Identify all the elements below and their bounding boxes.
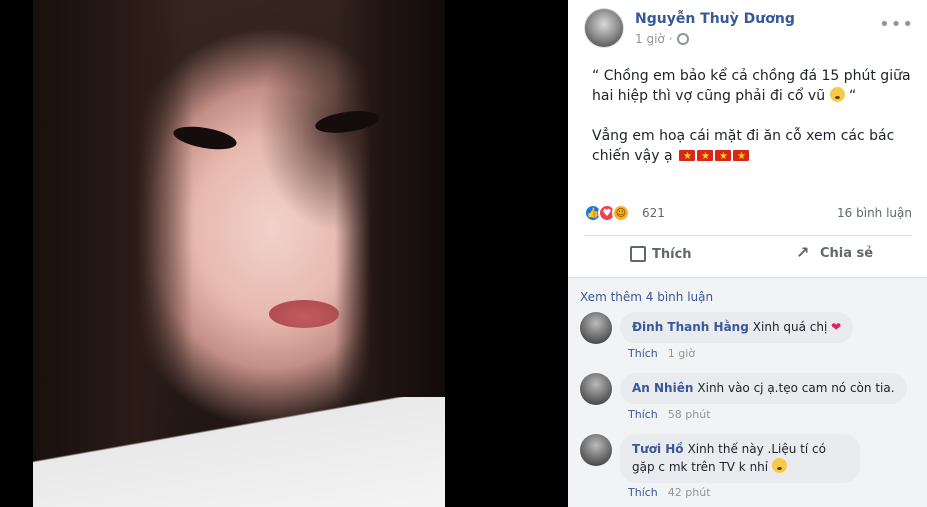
comment-time[interactable]: 42 phút: [668, 486, 711, 499]
comment-count[interactable]: 16 bình luận: [837, 206, 912, 220]
avatar[interactable]: [580, 312, 612, 344]
share-button[interactable]: Chia sẻ: [796, 243, 873, 262]
comments-section: Xem thêm 4 bình luận Đinh Thanh Hằng Xinh…: [568, 277, 927, 507]
comment-meta: Thích 58 phút: [628, 408, 711, 421]
commenter-name[interactable]: Tươi Hồ: [632, 442, 684, 456]
commenter-name[interactable]: An Nhiên: [632, 381, 693, 395]
post-paragraph-2: Vẳng em hoạ cái mặt đi ăn cỗ xem các bác…: [592, 126, 912, 167]
post-side-panel: Nguyễn Thuỳ Dương 1 giờ · ••• “ Chồng em…: [568, 0, 927, 507]
globe-icon[interactable]: [676, 33, 689, 45]
avatar[interactable]: [580, 434, 612, 466]
vietnam-flag-icon: [679, 147, 696, 167]
comment-like-button[interactable]: Thích: [628, 486, 658, 499]
vietnam-flag-icon: [697, 147, 714, 167]
comment-bubble: Tươi Hồ Xinh thế này .Liệu tí có gặp c mk…: [620, 434, 860, 483]
comment-meta: Thích 1 giờ: [628, 347, 695, 360]
comment-bubble: An Nhiên Xinh vào cj ạ.tẹo cam nó còn tia…: [620, 373, 907, 404]
reactions-bar: 👍 ♥ ☺ 621 16 bình luận: [584, 204, 912, 224]
author-name[interactable]: Nguyễn Thuỳ Dương: [635, 11, 795, 27]
photo-viewer: [0, 0, 568, 507]
comment-meta: Thích 42 phút: [628, 486, 711, 499]
worried-face-emoji: [829, 87, 845, 102]
comment-time[interactable]: 1 giờ: [668, 347, 695, 360]
post-time[interactable]: 1 giờ: [635, 32, 665, 46]
reaction-icons[interactable]: 👍 ♥ ☺: [584, 204, 630, 222]
commenter-name[interactable]: Đinh Thanh Hằng: [632, 320, 749, 334]
rofl-emoji: [771, 458, 787, 473]
avatar[interactable]: [580, 373, 612, 405]
post-header: Nguyễn Thuỳ Dương 1 giờ · •••: [584, 8, 914, 54]
comment-time[interactable]: 58 phút: [668, 408, 711, 421]
divider: [584, 235, 912, 236]
more-options-icon[interactable]: •••: [879, 14, 914, 35]
comment-like-button[interactable]: Thích: [628, 347, 658, 360]
comment-like-button[interactable]: Thích: [628, 408, 658, 421]
post-photo[interactable]: [33, 0, 445, 507]
reaction-count[interactable]: 621: [642, 206, 665, 220]
thumbs-up-icon: [630, 246, 646, 262]
separator: ·: [668, 32, 673, 46]
post-meta: 1 giờ ·: [635, 32, 689, 46]
post-text: “ Chồng em bảo kể cả chồng đá 15 phút gi…: [592, 66, 912, 186]
comment-bubble: Đinh Thanh Hằng Xinh quá chị ❤: [620, 312, 854, 343]
post-paragraph-1: “ Chồng em bảo kể cả chồng đá 15 phút gi…: [592, 68, 911, 104]
vietnam-flag-icon: [715, 147, 732, 167]
comment-text: Xinh quá chị: [752, 320, 828, 334]
heart-emoji: ❤: [831, 320, 842, 334]
author-avatar[interactable]: [584, 8, 624, 48]
view-more-comments-link[interactable]: Xem thêm 4 bình luận: [580, 290, 713, 304]
haha-reaction-icon: ☺: [612, 204, 630, 222]
like-button[interactable]: Thích: [630, 246, 692, 262]
vietnam-flag-icon: [733, 147, 750, 167]
share-arrow-icon: [796, 243, 814, 262]
comment-text: Xinh vào cj ạ.tẹo cam nó còn tia.: [697, 381, 895, 395]
post-actions: Thích Chia sẻ: [584, 240, 912, 272]
